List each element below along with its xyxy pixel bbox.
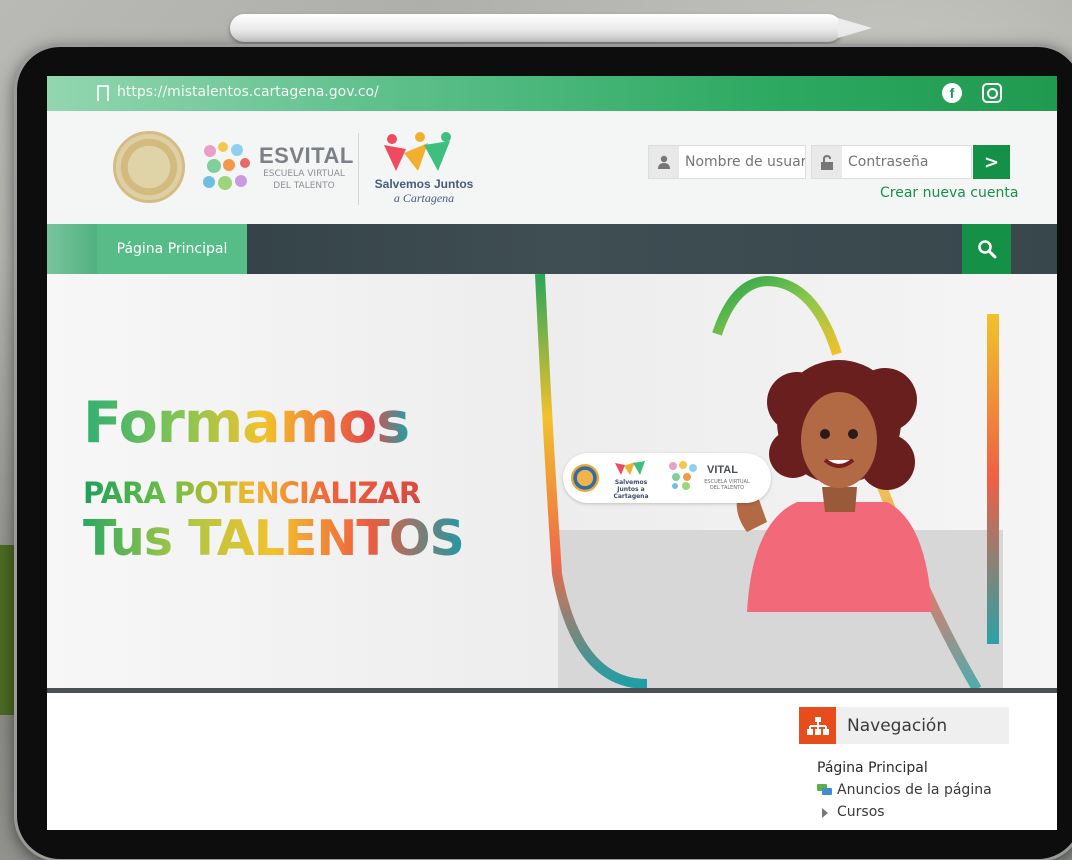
forum-icon	[817, 784, 832, 795]
bookmark-icon	[97, 85, 109, 101]
city-seal-logo	[113, 131, 185, 203]
lock-icon	[812, 146, 842, 178]
hero-headline-2: PARA POTENCIALIZAR	[83, 476, 421, 510]
navigation-item-courses[interactable]: Cursos	[837, 804, 885, 820]
stylus-tip	[838, 18, 872, 38]
hero-headline-1: Formamos	[83, 390, 410, 456]
badge-salvemos-text: Salvemos Juntos a Cartagena	[613, 479, 649, 500]
search-icon	[977, 240, 996, 259]
salvemos-juntos-logo-icon	[384, 132, 451, 171]
search-button[interactable]	[962, 224, 1011, 274]
salvemos-line-1: Salvemos Juntos	[374, 177, 474, 191]
username-field[interactable]	[648, 145, 806, 179]
instagram-icon[interactable]	[982, 83, 1002, 103]
tablet-screen: https://mistalentos.cartagena.gov.co/ f …	[47, 76, 1057, 830]
main-navbar: Página Principal	[47, 224, 1057, 274]
badge-vital-subtext: ESCUELA VIRTUAL DEL TALENTO	[704, 479, 750, 491]
salvemos-line-2: a Cartagena	[393, 191, 455, 205]
header-divider	[358, 133, 359, 205]
navbar-accent	[47, 224, 97, 274]
login-submit-button[interactable]: >	[973, 145, 1010, 179]
caret-right-icon[interactable]	[822, 808, 828, 818]
navigation-item-home[interactable]: Página Principal	[817, 760, 928, 776]
stylus	[230, 14, 842, 42]
url-text[interactable]: https://mistalentos.cartagena.gov.co/	[117, 84, 379, 100]
esvital-title: ESVITAL	[259, 143, 354, 168]
password-field[interactable]	[811, 145, 972, 179]
hero-banner: Formamos PARA POTENCIALIZAR Tus TALENTOS…	[47, 274, 1057, 826]
nav-home-link[interactable]: Página Principal	[97, 224, 247, 274]
badge-salvemos-icon	[615, 461, 645, 475]
username-input[interactable]	[685, 154, 805, 170]
badge-vital-text: VITAL	[707, 464, 738, 476]
esvital-logo-icon	[203, 142, 250, 190]
badge-esvital-icon	[669, 461, 697, 490]
password-input[interactable]	[848, 154, 968, 170]
esvital-subtitle-2: DEL TALENTO	[273, 181, 335, 191]
create-account-link[interactable]: Crear nueva cuenta	[880, 185, 1018, 201]
badge-seal-icon	[571, 464, 599, 492]
esvital-subtitle-1: ESCUELA VIRTUAL	[263, 169, 345, 179]
navigation-title: Navegación	[847, 716, 948, 736]
user-icon	[649, 146, 679, 178]
hero-headline-3: Tus TALENTOS	[83, 510, 465, 567]
facebook-icon[interactable]: f	[942, 83, 962, 103]
sitemap-icon	[799, 707, 836, 744]
url-bar: https://mistalentos.cartagena.gov.co/ f	[47, 76, 1057, 111]
navigation-item-announcements[interactable]: Anuncios de la página	[837, 782, 992, 798]
